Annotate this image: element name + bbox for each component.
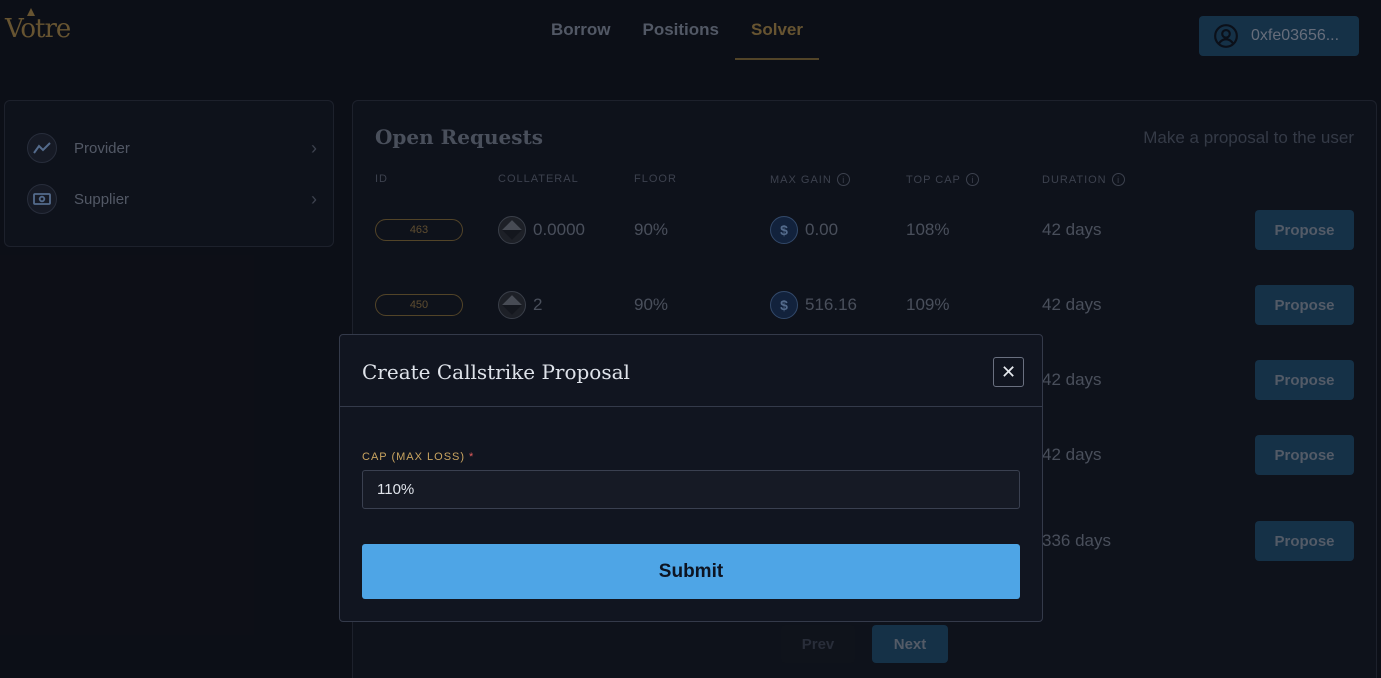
submit-button[interactable]: Submit (362, 544, 1020, 599)
modal-header: Create Callstrike Proposal ✕ (340, 335, 1042, 407)
cap-field-label: CAP (MAX LOSS) * (362, 451, 475, 463)
modal-title: Create Callstrike Proposal (362, 360, 630, 384)
close-icon: ✕ (1000, 361, 1017, 382)
required-mark: * (469, 451, 475, 463)
close-button[interactable]: ✕ (993, 357, 1024, 387)
cap-input[interactable] (362, 470, 1020, 509)
create-proposal-modal: Create Callstrike Proposal ✕ CAP (MAX LO… (339, 334, 1043, 622)
